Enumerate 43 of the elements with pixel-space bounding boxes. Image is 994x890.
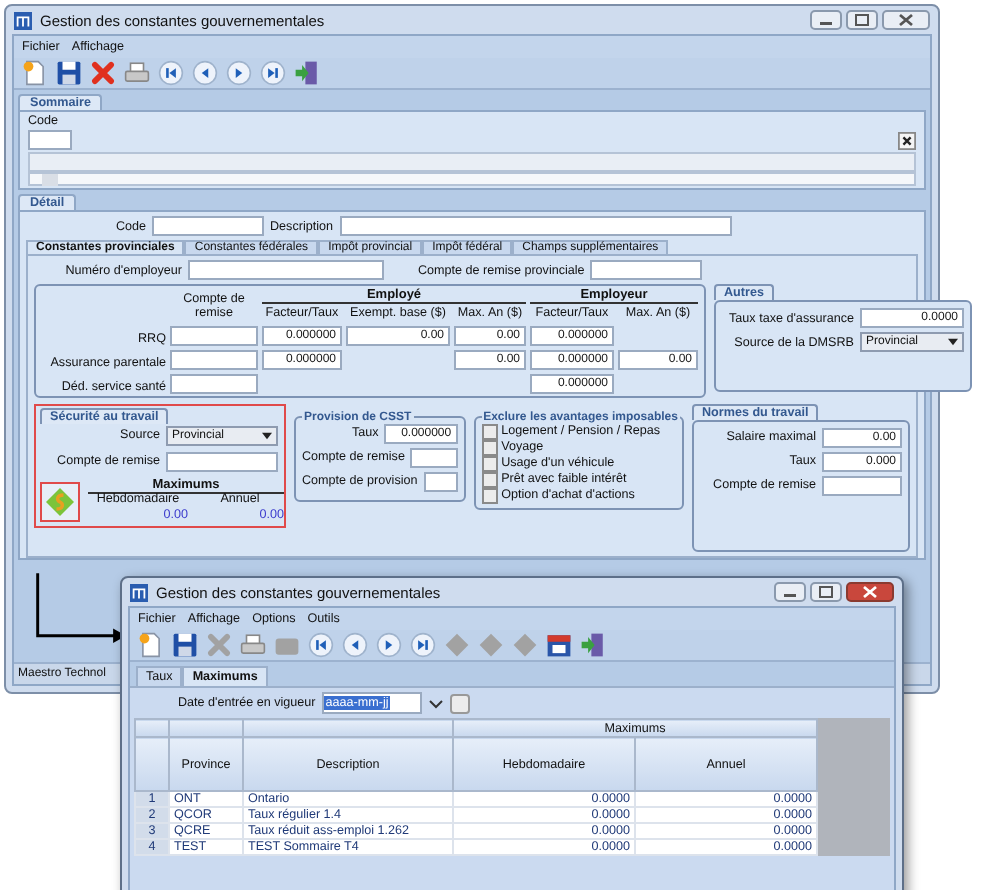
input-field[interactable] (166, 451, 278, 472)
app-logo-icon (130, 583, 148, 601)
calendar-icon[interactable] (546, 632, 572, 658)
logo-icon[interactable] (40, 481, 80, 522)
skip-last-icon[interactable] (410, 632, 436, 658)
cross-icon[interactable] (90, 60, 116, 86)
input-field[interactable] (28, 130, 72, 150)
previous-icon[interactable] (192, 60, 218, 86)
input-field[interactable] (590, 260, 703, 280)
input-field[interactable] (170, 373, 258, 394)
horizontal-scrollbar[interactable] (28, 172, 916, 186)
input-field[interactable] (188, 260, 384, 280)
caret-icon (948, 338, 958, 346)
input-field[interactable] (170, 349, 258, 370)
input-field[interactable] (822, 475, 902, 496)
input-field[interactable] (170, 325, 258, 346)
checkbox[interactable] (481, 423, 498, 440)
maximize-icon[interactable] (810, 582, 842, 602)
clear-icon[interactable] (898, 132, 916, 150)
close-icon[interactable] (846, 582, 894, 602)
minimize-icon[interactable] (774, 582, 806, 602)
new-document-icon[interactable] (22, 60, 48, 86)
input-field[interactable] (152, 216, 264, 236)
app-logo-icon (14, 11, 32, 29)
close-icon[interactable] (882, 10, 930, 30)
next-icon[interactable] (376, 632, 402, 658)
input-field[interactable] (339, 216, 731, 236)
chevron-down-icon[interactable] (427, 695, 444, 711)
skip-first-icon[interactable] (308, 632, 334, 658)
skip-first-icon[interactable] (158, 60, 184, 86)
printer-icon[interactable] (240, 632, 266, 658)
skip-last-icon[interactable] (260, 60, 286, 86)
new-document-icon[interactable] (138, 632, 164, 658)
maximize-icon[interactable] (846, 10, 878, 30)
exit-door-icon[interactable] (580, 632, 606, 658)
exit-door-icon[interactable] (294, 60, 320, 86)
next-icon[interactable] (226, 60, 252, 86)
previous-icon[interactable] (342, 632, 368, 658)
caret-icon (262, 431, 272, 440)
input-field[interactable] (423, 471, 458, 492)
minimize-icon[interactable] (810, 10, 842, 30)
printer-icon[interactable] (124, 60, 150, 86)
input-field[interactable] (410, 447, 458, 468)
